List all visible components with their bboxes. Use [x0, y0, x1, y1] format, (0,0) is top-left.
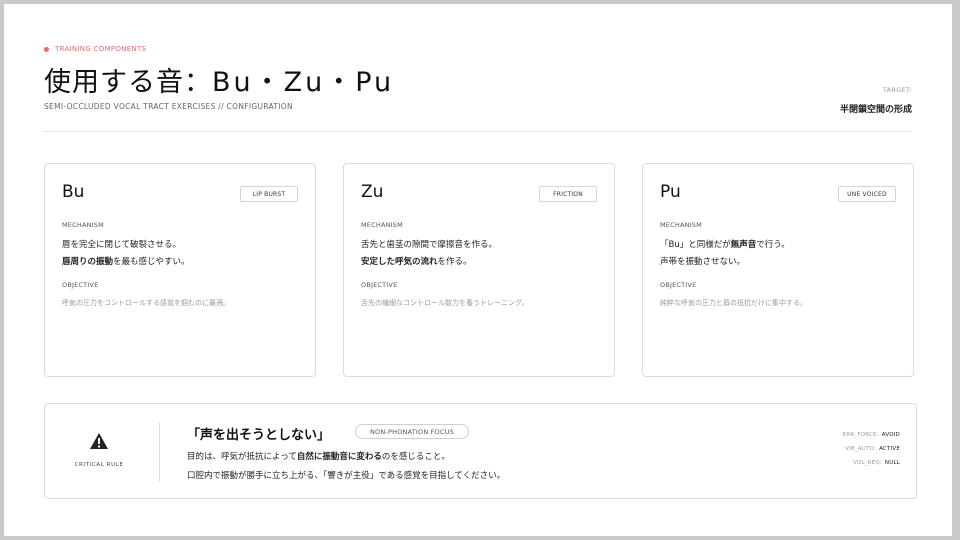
desc-emphasis: 自然に振動音に変わる — [296, 452, 382, 462]
objective-text: 呼気の圧力をコントロールする感覚を掴むのに最適。 — [62, 299, 230, 307]
status-vol-req: VOL_REQ: NULL — [853, 460, 900, 466]
mechanism-line-1: 舌先と歯茎の隙間で摩擦音を作る。 — [361, 240, 498, 250]
card-zu: Zu FRICTION MECHANISM 舌先と歯茎の隙間で摩擦音を作る。 安… — [343, 163, 615, 377]
card-title: Bu — [62, 182, 85, 202]
mechanism-emphasis: 唇周りの振動 — [62, 257, 114, 267]
mechanism-rest: を最も感じやすい。 — [113, 257, 190, 267]
objective-label: OBJECTIVE — [660, 281, 697, 289]
eyebrow: TRAINING COMPONENTS — [44, 45, 146, 53]
status-key: VOL_REQ: — [853, 460, 882, 466]
mechanism-label: MECHANISM — [361, 221, 403, 229]
objective-text: 舌先の繊細なコントロール能力を養うトレーニング。 — [361, 299, 529, 307]
mechanism-line-2: 声帯を振動させない。 — [660, 257, 746, 267]
target-block: TARGET: 半閉鎖空間の形成 — [840, 86, 912, 115]
warning-icon — [90, 433, 108, 449]
page-subtitle: SEMI-OCCLUDED VOCAL TRACT EXERCISES // C… — [44, 102, 293, 111]
target-label: TARGET: — [882, 86, 912, 94]
status-value: NULL — [884, 460, 900, 466]
target-value: 半閉鎖空間の形成 — [839, 105, 912, 115]
card-tag: LIP BURST — [240, 186, 298, 202]
rule-quote: 「声を出そうとしない」 — [187, 428, 331, 443]
status-vib-auto: VIB_AUTO: ACTIVE — [845, 446, 900, 452]
page-title: 使用する音：Bu・Zu・Pu — [44, 60, 394, 99]
objective-label: OBJECTIVE — [361, 281, 398, 289]
accent-dot-icon — [44, 46, 49, 52]
mechanism-line-1: 「Bu」と同様だが無声音で行う。 — [660, 238, 790, 250]
focus-tag: NON-PHONATION FOCUS — [355, 424, 469, 439]
card-title: Zu — [361, 182, 384, 202]
header-divider — [44, 131, 912, 132]
mechanism-line-2: 唇周りの振動を最も感じやすい。 — [62, 255, 190, 267]
card-title: Pu — [660, 182, 681, 202]
objective-label: OBJECTIVE — [62, 281, 99, 289]
mechanism-emphasis: 無声音 — [730, 240, 757, 250]
card-bu: Bu LIP BURST MECHANISM 唇を完全に閉じて破裂させる。 唇周… — [44, 163, 316, 377]
title-jp: 使用する音： — [44, 67, 212, 98]
mechanism-rest: を作る。 — [437, 257, 472, 267]
rule-description-2: 口腔内で振動が勝手に立ち上がる、「響きが主役」である感覚を目指してください。 — [187, 471, 506, 481]
mechanism-post: で行う。 — [756, 240, 790, 250]
panel-divider — [159, 422, 160, 482]
status-key: VIB_AUTO: — [845, 446, 877, 452]
mechanism-label: MECHANISM — [660, 221, 702, 229]
critical-rule-panel: CRITICAL RULE 「声を出そうとしない」 NON-PHONATION … — [44, 403, 917, 499]
mechanism-line-2: 安定した呼気の流れを作る。 — [361, 255, 472, 267]
critical-rule-label: CRITICAL RULE — [74, 462, 124, 468]
status-err-force: ERR_FORCE: AVOID — [843, 432, 900, 438]
objective-text: 純粋な呼気の圧力と唇の抵抗だけに集中する。 — [660, 299, 807, 307]
card-tag: UNE VOICED — [838, 186, 896, 202]
mechanism-pre: 「Bu」と同様だが — [660, 240, 731, 250]
slide: TRAINING COMPONENTS 使用する音：Bu・Zu・Pu SEMI-… — [4, 4, 952, 536]
mechanism-emphasis: 安定した呼気の流れ — [361, 257, 438, 267]
desc-post: のを感じること。 — [381, 452, 450, 462]
eyebrow-text: TRAINING COMPONENTS — [55, 45, 147, 53]
mechanism-line-1: 唇を完全に閉じて破裂させる。 — [62, 240, 182, 250]
status-value: AVOID — [881, 432, 900, 438]
status-key: ERR_FORCE: — [842, 432, 879, 438]
title-latin: Bu・Zu・Pu — [212, 67, 395, 98]
card-tag: FRICTION — [539, 186, 597, 202]
card-pu: Pu UNE VOICED MECHANISM 「Bu」と同様だが無声音で行う。… — [642, 163, 914, 377]
status-value: ACTIVE — [879, 446, 900, 452]
rule-description-1: 目的は、呼気が抵抗によって自然に振動音に変わるのを感じること。 — [187, 450, 450, 462]
mechanism-label: MECHANISM — [62, 221, 104, 229]
desc-pre: 目的は、呼気が抵抗によって — [187, 452, 297, 462]
